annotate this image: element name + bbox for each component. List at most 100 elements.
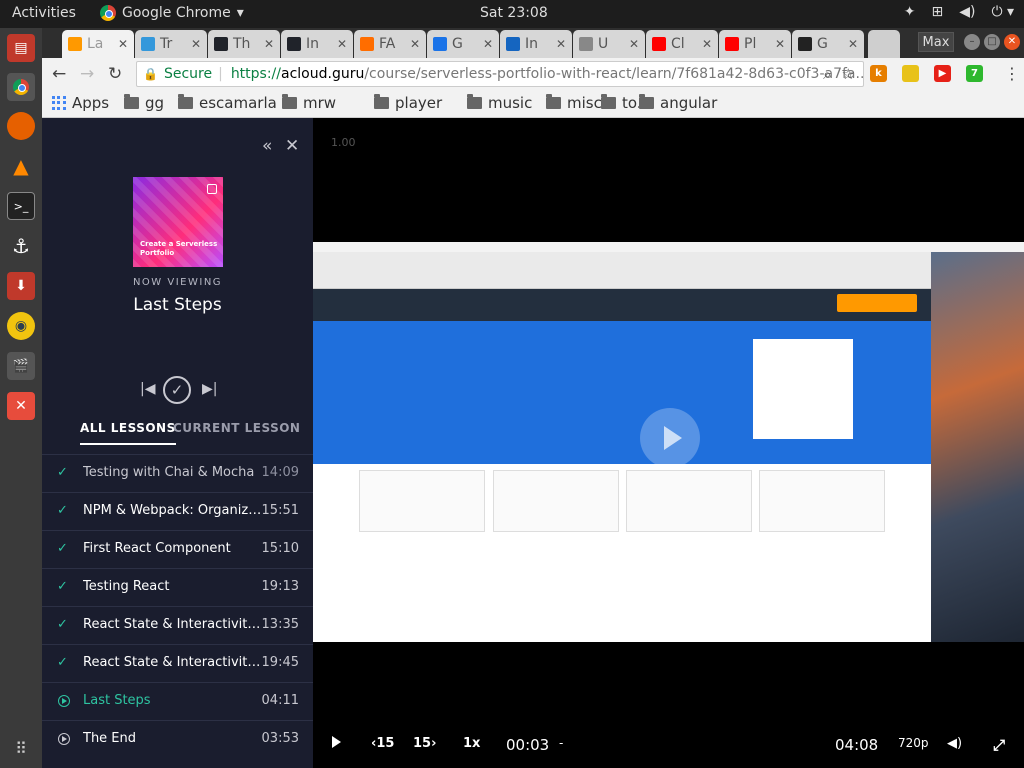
system-tray[interactable]: ✦ ⊞ ◀) ⏻ ▾ [904,4,1014,20]
close-tab-icon[interactable]: ✕ [629,37,639,51]
firefox-icon[interactable] [7,112,35,140]
close-tab-icon[interactable]: ✕ [191,37,201,51]
previous-lesson-icon[interactable]: |◀ [140,381,155,397]
settings-tools-icon[interactable]: ✕ [7,392,35,420]
bookmark-folder[interactable]: mrw [282,94,336,112]
close-tab-icon[interactable]: ✕ [410,37,420,51]
folder-icon [467,94,482,109]
dropbox-icon[interactable]: ✦ [904,4,916,20]
browser-tab[interactable]: FA ✕ [354,30,426,58]
profile-button[interactable]: Max [918,32,954,52]
close-sidebar-icon[interactable]: ✕ [285,136,299,156]
browser-tab[interactable]: Pl ✕ [719,30,791,58]
next-lesson-icon[interactable]: ▶| [202,381,217,397]
clock[interactable]: Sat 23:08 [480,5,548,21]
extension-icon[interactable]: 7 [966,65,983,82]
minimize-icon[interactable]: – [964,34,980,50]
bookmark-folder[interactable]: gg [124,94,164,112]
browser-tab[interactable]: La ✕ [62,30,134,58]
activities-button[interactable]: Activities [12,5,76,21]
extension-icon[interactable] [902,65,919,82]
bookmark-folder[interactable]: escamarla [178,94,277,112]
video-editor-icon[interactable]: 🎬 [7,352,35,380]
lesson-item[interactable]: Last Steps 04:11 [42,682,313,720]
extension-icon[interactable]: ▶ [934,65,951,82]
headset-icon[interactable]: ◉ [7,312,35,340]
tab-all-lessons[interactable]: ALL LESSONS [80,421,176,445]
play-icon[interactable] [332,736,341,748]
forward-15-icon[interactable]: 15› [413,736,436,751]
chrome-launcher-icon[interactable] [7,73,35,101]
zoom-icon[interactable]: ⌕ [823,65,831,83]
bookmark-folder[interactable]: music [467,94,532,112]
tab-favicon-icon [141,37,155,51]
lesson-item[interactable]: ✓ Testing React 19:13 [42,568,313,606]
extension-icon[interactable]: k [870,65,887,82]
playback-rate-button[interactable]: 1x [463,736,480,751]
video-player[interactable]: 1.00 ‹15 15› 1x 00:03 - 04:08 720p ◀) ⤢ [313,118,1024,768]
forward-icon[interactable]: → [80,64,94,84]
fullscreen-icon[interactable]: ⤢ [993,736,1005,754]
chrome-icon [100,5,116,21]
mark-complete-icon[interactable]: ✓ [163,376,191,404]
browser-tab[interactable]: In ✕ [281,30,353,58]
course-cover[interactable]: Create a Serverless Portfolio [133,177,223,267]
new-tab-button[interactable] [868,30,900,58]
volume-icon[interactable]: ◀) [959,4,975,20]
browser-tab[interactable]: In ✕ [500,30,572,58]
close-tab-icon[interactable]: ✕ [848,37,858,51]
browser-tab[interactable]: U ✕ [573,30,645,58]
lesson-item[interactable]: ✓ Testing with Chai & Mocha 14:09 [42,454,313,492]
download-manager-icon[interactable]: ⬇ [7,272,35,300]
lesson-duration: 19:13 [261,579,299,594]
browser-tab[interactable]: G ✕ [792,30,864,58]
close-tab-icon[interactable]: ✕ [556,37,566,51]
close-window-icon[interactable]: ✕ [1004,34,1020,50]
restore-icon[interactable]: □ [984,34,1000,50]
bookmark-folder[interactable]: angular [639,94,717,112]
play-overlay-icon[interactable] [640,408,700,468]
lesson-item[interactable]: ✓ React State & Interactivity Part 219:45 [42,644,313,682]
lesson-item[interactable]: The End 03:53 [42,720,313,758]
collapse-sidebar-icon[interactable]: « [262,136,272,156]
bookmark-star-icon[interactable]: ☆ [842,65,855,83]
app-menu[interactable]: Google Chrome ▾ [100,5,244,21]
lesson-item[interactable]: ✓ React State & Interactivity Part 113:35 [42,606,313,644]
apps-shortcut[interactable]: Apps [52,94,109,112]
network-icon[interactable]: ⊞ [931,4,943,20]
terminal-icon[interactable]: >_ [7,192,35,220]
files-icon[interactable]: ▤ [7,34,35,62]
tab-favicon-icon [433,37,447,51]
browser-tab[interactable]: Cl ✕ [646,30,718,58]
close-tab-icon[interactable]: ✕ [702,37,712,51]
close-tab-icon[interactable]: ✕ [483,37,493,51]
lesson-duration: 14:09 [261,465,299,480]
browser-tab[interactable]: Th ✕ [208,30,280,58]
show-apps-icon[interactable]: ⠿ [7,734,35,762]
browser-tab[interactable]: Tr ✕ [135,30,207,58]
lesson-item[interactable]: ✓ First React Component 15:10 [42,530,313,568]
address-bar[interactable]: 🔒 Secure | https:// acloud.guru /course/… [136,61,864,87]
folder-icon [374,94,389,109]
power-icon[interactable]: ⏻ ▾ [991,4,1014,20]
chrome-menu-icon[interactable]: ⋮ [1004,64,1020,83]
close-tab-icon[interactable]: ✕ [264,37,274,51]
frame-desktop-wallpaper [931,252,1024,642]
video-frame[interactable] [313,242,1024,642]
lesson-item[interactable]: ✓ NPM & Webpack: Organizing Your Code15:5… [42,492,313,530]
lesson-duration: 15:51 [261,503,299,518]
rewind-15-icon[interactable]: ‹15 [371,736,394,751]
close-tab-icon[interactable]: ✕ [337,37,347,51]
browser-tab[interactable]: G ✕ [427,30,499,58]
checkmark-icon: ✓ [57,541,68,556]
back-icon[interactable]: ← [52,64,66,84]
quality-button[interactable]: 720p [898,736,929,750]
close-tab-icon[interactable]: ✕ [775,37,785,51]
volume-icon[interactable]: ◀) [947,736,962,751]
anchor-app-icon[interactable]: ⚓ [7,232,35,260]
close-tab-icon[interactable]: ✕ [118,37,128,51]
bookmark-folder[interactable]: player [374,94,442,112]
vlc-icon[interactable]: ▲ [7,152,35,180]
tab-current-lesson[interactable]: CURRENT LESSON [173,421,300,443]
reload-icon[interactable]: ↻ [108,64,122,84]
